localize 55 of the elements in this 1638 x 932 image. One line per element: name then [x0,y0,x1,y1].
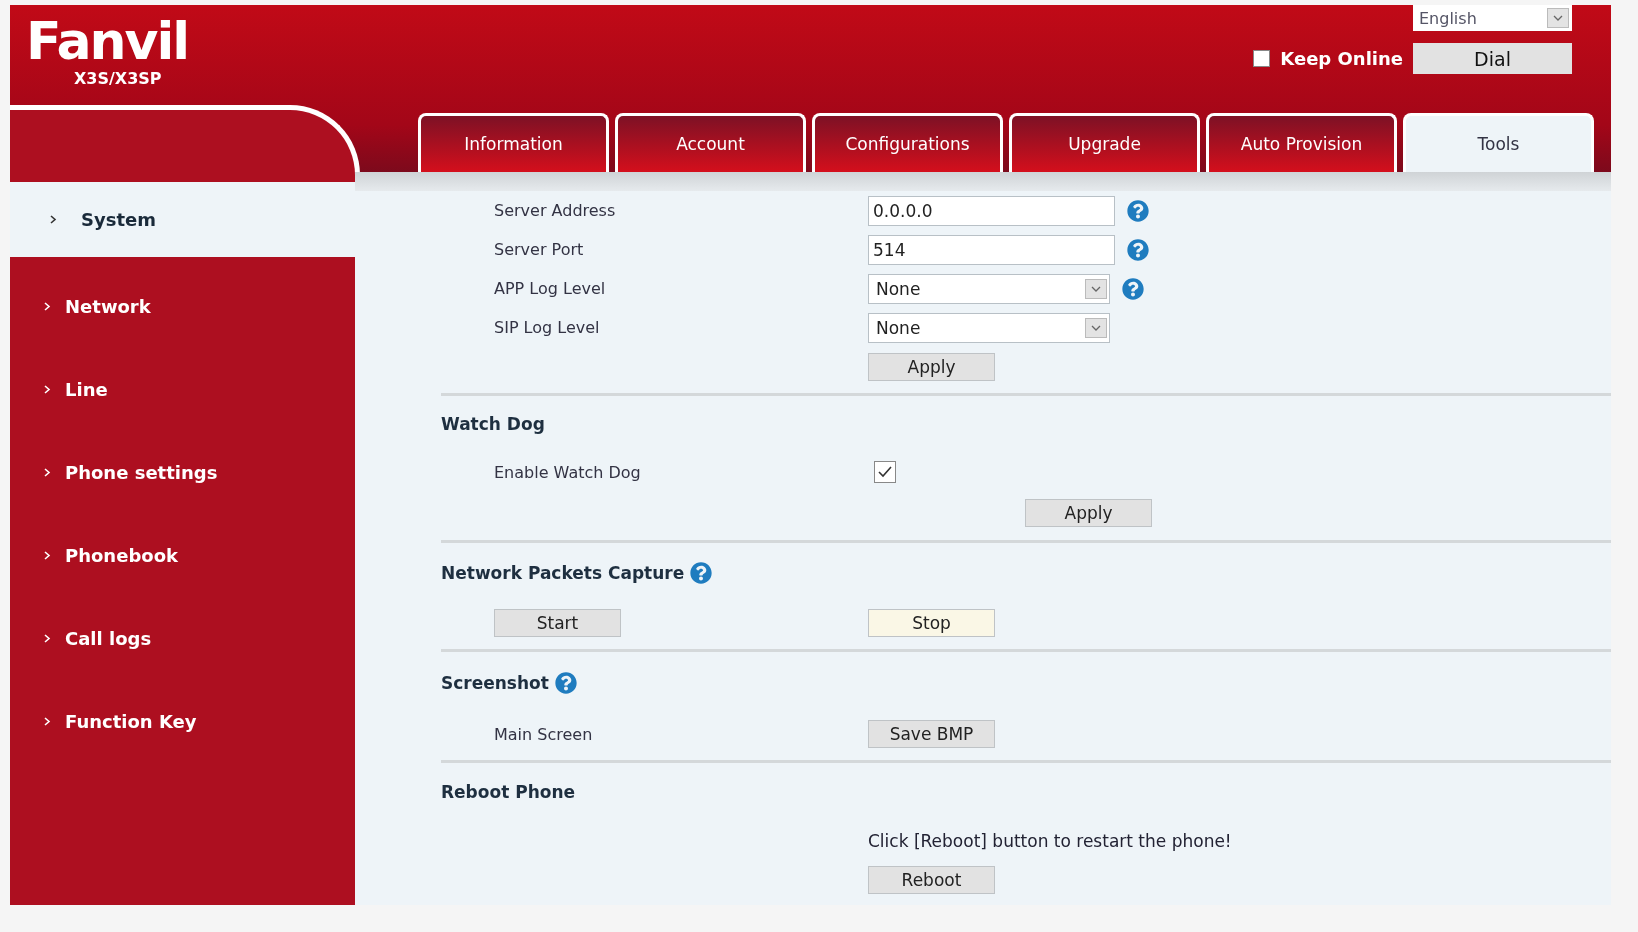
chevron-icon [44,717,51,726]
apply-button[interactable]: Apply [868,353,995,381]
chevron-icon [44,385,51,394]
tab[interactable]: Tools [1403,113,1594,172]
chevron-icon [44,302,51,311]
sidebar-item[interactable]: Phone settings [10,431,355,514]
caret-icon [1090,323,1102,332]
field-label: Server Port [493,240,585,259]
language-select[interactable]: English [1413,5,1572,31]
tab[interactable]: Auto Provision [1206,113,1397,172]
reboot-message: Click [Reboot] button to restart the phone! [868,831,1232,851]
tab[interactable]: Information [418,113,609,172]
caret-icon [1090,284,1102,293]
input-field[interactable]: 514 [868,234,1115,265]
field-label: SIP Log Level [493,318,601,337]
help-icon[interactable] [1122,277,1144,300]
model-name: X3S/X3SP [74,69,162,88]
help-icon[interactable] [1127,199,1149,222]
section-title: Watch Dog [441,414,545,434]
input-field[interactable]: 0.0.0.0 [868,195,1115,226]
caret-icon [1552,14,1564,22]
sidebar-item[interactable]: Line [10,348,355,431]
tab[interactable]: Account [615,113,806,172]
field-label: Server Address [493,201,617,220]
chevron-icon [50,215,57,224]
field-label: APP Log Level [493,279,607,298]
help-icon[interactable] [1127,238,1149,261]
field-label: Enable Watch Dog [493,462,642,482]
save-bmp-button[interactable]: Save BMP [868,720,995,748]
capture-button[interactable]: Stop [868,609,995,637]
tab[interactable]: Configurations [812,113,1003,172]
sidebar-item[interactable]: Function Key [10,680,355,763]
section-title: Screenshot [441,673,549,693]
keep-online-checkbox[interactable] [1253,50,1271,67]
tab[interactable]: Upgrade [1009,113,1200,172]
section-title: Network Packets Capture [441,563,685,583]
sidebar-item[interactable]: Call logs [10,597,355,680]
keep-online-label: Keep Online [1280,48,1403,69]
sidebar-item[interactable]: Phonebook [10,514,355,597]
logo: Fanvil [26,13,189,69]
help-icon[interactable] [690,562,713,584]
chevron-icon [44,634,51,643]
capture-button[interactable]: Start [494,609,621,637]
chevron-icon [44,468,51,477]
dial-button[interactable]: Dial [1413,43,1572,74]
section-title: Reboot Phone [441,782,576,802]
apply-button[interactable]: Apply [1025,499,1152,527]
chevron-icon [44,551,51,560]
sidebar-item[interactable]: System [10,182,355,257]
sidebar-item[interactable]: Network [10,265,355,348]
help-icon[interactable] [554,672,577,694]
field-label: Main Screen [493,724,594,744]
dropdown[interactable]: None [868,273,1110,304]
dropdown[interactable]: None [868,312,1110,343]
reboot-button[interactable]: Reboot [868,866,995,894]
